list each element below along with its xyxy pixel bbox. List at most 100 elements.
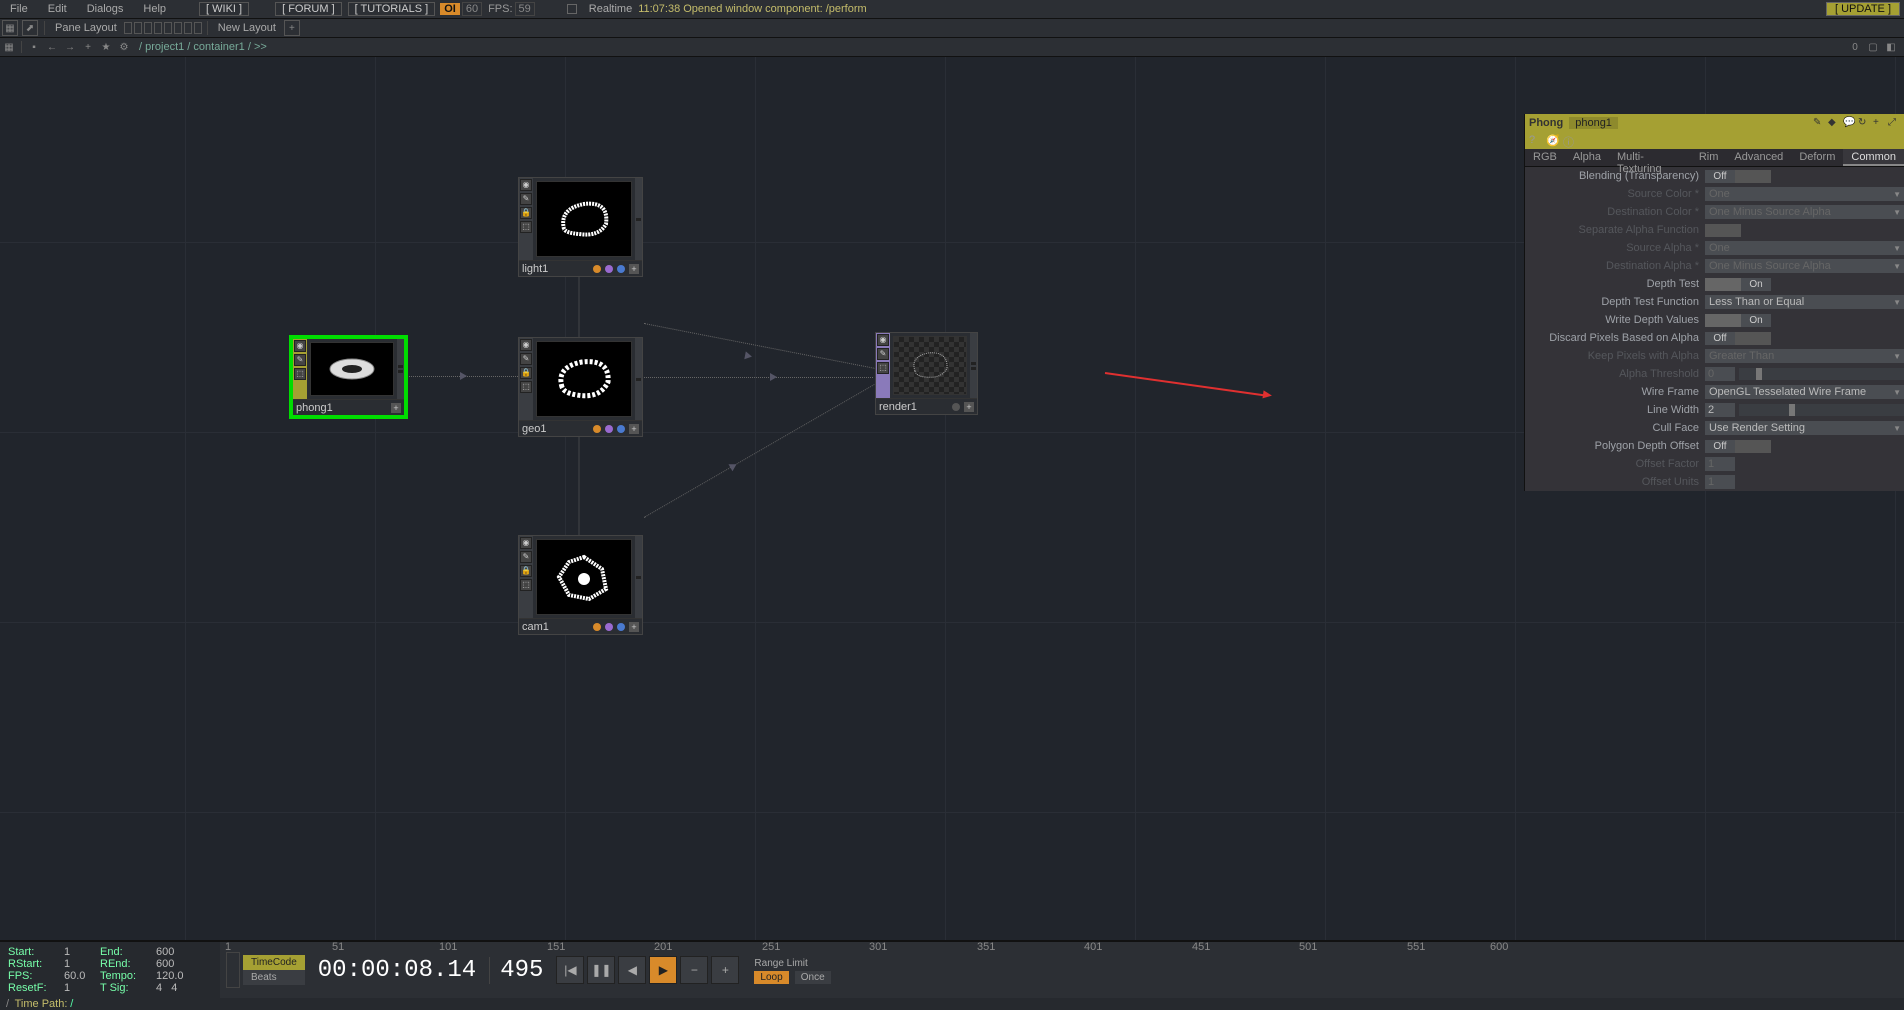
flag-blue[interactable] — [617, 425, 625, 433]
path-icon-gear[interactable]: ⚙ — [117, 40, 131, 54]
resetf-val[interactable]: 1 — [64, 982, 94, 994]
wireframe-dropdown[interactable]: OpenGL Tesselated Wire Frame▼ — [1705, 385, 1904, 399]
lock-icon[interactable]: 🔒 — [520, 367, 532, 379]
polyoffset-toggle[interactable]: Off — [1705, 440, 1735, 453]
network-editor[interactable]: ◉ ✎ ⬚ phong1 + ◉ ✎ 🔒 ⬚ — [0, 57, 1904, 940]
play-button[interactable]: ▶ — [649, 956, 677, 984]
refresh-icon[interactable]: ↻ — [1858, 117, 1870, 129]
timeline-ruler[interactable]: 1 51 101 151 201 251 301 351 401 451 501… — [0, 941, 1904, 942]
path-right-3[interactable]: ◧ — [1884, 40, 1898, 54]
node-cam1[interactable]: ◉ ✎ 🔒 ⬚ cam1 + — [518, 535, 643, 635]
display-icon[interactable]: ◉ — [520, 537, 532, 549]
depth-test-toggle[interactable]: On — [1741, 278, 1771, 291]
oi-badge[interactable]: OI — [440, 3, 460, 15]
operator-name-field[interactable]: phong1 — [1569, 117, 1618, 129]
menu-help[interactable]: Help — [133, 3, 176, 15]
rewind-button[interactable]: |◀ — [556, 956, 584, 984]
tutorials-link[interactable]: [ TUTORIALS ] — [348, 2, 436, 16]
flag-purple[interactable] — [605, 623, 613, 631]
flag-purple[interactable] — [605, 265, 613, 273]
linewidth-slider[interactable] — [1739, 404, 1904, 416]
pencil-icon[interactable]: ✎ — [1813, 117, 1825, 129]
layout-icon-2[interactable]: ⬈ — [22, 20, 38, 36]
pane-preset-1[interactable] — [124, 22, 132, 34]
tab-alpha[interactable]: Alpha — [1565, 149, 1609, 166]
flag-blue[interactable] — [617, 265, 625, 273]
breadcrumb-path[interactable]: / project1 / container1 / >> — [133, 41, 267, 53]
bypass-icon[interactable]: ⬚ — [520, 221, 532, 233]
pane-preset-3[interactable] — [144, 22, 152, 34]
rend-val[interactable]: 600 — [156, 958, 196, 970]
timecode-button[interactable]: TimeCode — [243, 955, 305, 970]
tab-rgb[interactable]: RGB — [1525, 149, 1565, 166]
node-render1[interactable]: ◉ ✎ ⬚ render1 + — [875, 332, 978, 415]
flag-orange[interactable] — [593, 265, 601, 273]
path-icon-play[interactable]: ▪ — [27, 40, 41, 54]
node-geo1[interactable]: ◉ ✎ 🔒 ⬚ geo1 + — [518, 337, 643, 437]
tag-icon[interactable]: ◆ — [1828, 117, 1840, 129]
menu-file[interactable]: File — [0, 3, 38, 15]
help-icon[interactable]: ? — [1529, 134, 1542, 147]
tsig-num[interactable]: 4 — [156, 982, 162, 994]
linewidth-input[interactable]: 2 — [1705, 403, 1735, 417]
edit-icon[interactable]: ✎ — [520, 353, 532, 365]
node-add-icon[interactable]: + — [629, 622, 639, 632]
lock-icon[interactable]: 🔒 — [520, 207, 532, 219]
tempo-val[interactable]: 120.0 — [156, 970, 196, 982]
layout-icon-1[interactable]: ▦ — [2, 20, 18, 36]
pane-preset-4[interactable] — [154, 22, 162, 34]
node-add-icon[interactable]: + — [629, 264, 639, 274]
forum-link[interactable]: [ FORUM ] — [275, 2, 342, 16]
node-phong1[interactable]: ◉ ✎ ⬚ phong1 + — [292, 338, 405, 416]
tsig-den[interactable]: 4 — [171, 982, 177, 994]
node-add-icon[interactable]: + — [629, 424, 639, 434]
timecode-display[interactable]: 00:00:08.14 — [308, 957, 486, 984]
display-icon[interactable]: ◉ — [520, 339, 532, 351]
menu-edit[interactable]: Edit — [38, 3, 77, 15]
comment-icon[interactable]: 💬 — [1843, 117, 1855, 129]
beats-button[interactable]: Beats — [243, 970, 305, 985]
wiki-link[interactable]: [ WIKI ] — [199, 2, 249, 16]
node-add-icon[interactable]: + — [391, 403, 401, 413]
step-back-button[interactable]: ◀ — [618, 956, 646, 984]
tab-multitex[interactable]: Multi-Texturing — [1609, 149, 1691, 166]
expand-icon[interactable]: ⤢ — [1888, 117, 1900, 129]
menu-dialogs[interactable]: Dialogs — [77, 3, 134, 15]
pause-button[interactable]: ❚❚ — [587, 956, 615, 984]
flag-grey[interactable] — [952, 403, 960, 411]
node-light1[interactable]: ◉ ✎ 🔒 ⬚ light1 + — [518, 177, 643, 277]
lock-icon[interactable]: ✎ — [877, 348, 889, 360]
depth-func-dropdown[interactable]: Less Than or Equal▼ — [1705, 295, 1904, 309]
path-icon-back[interactable]: ← — [45, 40, 59, 54]
blending-toggle[interactable]: Off — [1705, 170, 1735, 183]
edit-icon[interactable]: ✎ — [520, 551, 532, 563]
pane-preset-6[interactable] — [174, 22, 182, 34]
realtime-checkbox[interactable] — [567, 4, 577, 14]
path-right-1[interactable]: 0 — [1848, 40, 1862, 54]
guide-icon[interactable]: 🧭 — [1546, 134, 1559, 147]
write-depth-toggle[interactable]: On — [1741, 314, 1771, 327]
bypass-icon[interactable]: ⬚ — [520, 381, 532, 393]
display-icon[interactable]: ◉ — [877, 334, 889, 346]
path-icon-fwd[interactable]: → — [63, 40, 77, 54]
rstart-val[interactable]: 1 — [64, 958, 94, 970]
timepath-value[interactable]: / — [70, 998, 73, 1010]
edit-icon[interactable]: ✎ — [520, 193, 532, 205]
plus-button[interactable]: + — [711, 956, 739, 984]
flag-blue[interactable] — [617, 623, 625, 631]
pane-preset-8[interactable] — [194, 22, 202, 34]
path-icon-add[interactable]: + — [81, 40, 95, 54]
path-icon-star[interactable]: ★ — [99, 40, 113, 54]
node-add-icon[interactable]: + — [964, 402, 974, 412]
add-icon[interactable]: + — [1873, 117, 1885, 129]
fps-val[interactable]: 60.0 — [64, 970, 94, 982]
once-button[interactable]: Once — [795, 971, 831, 984]
bypass-icon[interactable]: ⬚ — [520, 579, 532, 591]
display-icon[interactable]: ◉ — [520, 179, 532, 191]
start-val[interactable]: 1 — [64, 946, 94, 958]
discard-alpha-toggle[interactable]: Off — [1705, 332, 1735, 345]
new-layout-label[interactable]: New Layout — [212, 22, 282, 34]
path-icon-grid[interactable]: ▦ — [2, 40, 16, 54]
update-button[interactable]: [ UPDATE ] — [1826, 2, 1900, 16]
pane-preset-5[interactable] — [164, 22, 172, 34]
